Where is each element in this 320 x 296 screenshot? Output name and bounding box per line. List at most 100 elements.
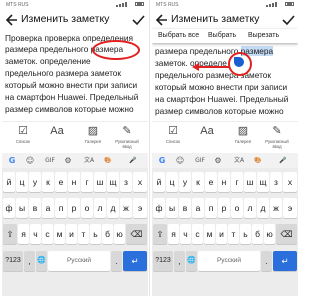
key[interactable]: г xyxy=(231,172,243,192)
key[interactable]: э xyxy=(133,198,147,218)
key[interactable]: е xyxy=(55,172,67,192)
microphone-icon[interactable]: 🎤 xyxy=(126,155,140,166)
key[interactable]: о xyxy=(231,198,243,218)
key[interactable]: т xyxy=(228,224,239,244)
period-key[interactable]: . xyxy=(261,251,272,271)
emoji-icon[interactable]: ☺ xyxy=(24,155,36,166)
gif-icon[interactable]: GIF xyxy=(42,155,58,166)
save-check-icon[interactable] xyxy=(131,12,145,28)
key[interactable]: м xyxy=(54,224,65,244)
handwriting-button[interactable]: ✎ Рукописный ввод xyxy=(264,124,290,152)
key[interactable]: у xyxy=(179,172,191,192)
google-icon[interactable]: G xyxy=(6,155,18,166)
key[interactable]: ж xyxy=(120,198,132,218)
key[interactable]: ч xyxy=(30,224,41,244)
key[interactable]: ы xyxy=(166,198,178,218)
key[interactable]: р xyxy=(68,198,80,218)
key[interactable]: х xyxy=(283,172,297,192)
google-icon[interactable]: G xyxy=(156,155,168,166)
key[interactable]: щ xyxy=(257,172,269,192)
key[interactable]: т xyxy=(78,224,89,244)
comma-key[interactable]: , xyxy=(24,251,35,271)
back-arrow-icon[interactable] xyxy=(5,12,19,28)
key[interactable]: о xyxy=(81,198,93,218)
microphone-icon[interactable]: 🎤 xyxy=(276,155,290,166)
key[interactable]: а xyxy=(42,198,54,218)
key[interactable]: ш xyxy=(94,172,106,192)
key[interactable]: ю xyxy=(264,224,275,244)
key[interactable]: и xyxy=(66,224,77,244)
key[interactable]: у xyxy=(29,172,41,192)
key[interactable]: с xyxy=(192,224,203,244)
backspace-key[interactable]: ⌫ xyxy=(126,224,147,244)
language-globe-icon[interactable]: 🌐 xyxy=(186,251,197,271)
comma-key[interactable]: , xyxy=(174,251,185,271)
text-format-button[interactable]: Aa xyxy=(44,124,70,152)
settings-icon[interactable]: ⚙ xyxy=(62,155,74,166)
key[interactable]: з xyxy=(120,172,132,192)
numbers-key[interactable]: ?123 xyxy=(3,251,23,271)
cut-option[interactable]: Вырезать xyxy=(248,32,279,39)
key[interactable]: я xyxy=(18,224,29,244)
key[interactable]: и xyxy=(216,224,227,244)
numbers-key[interactable]: ?123 xyxy=(153,251,173,271)
key[interactable]: ц xyxy=(16,172,28,192)
shift-key[interactable]: ⇧ xyxy=(153,224,167,244)
select-all-option[interactable]: Выбрать все xyxy=(158,32,199,39)
key[interactable]: ю xyxy=(114,224,125,244)
key[interactable]: б xyxy=(102,224,113,244)
key[interactable]: д xyxy=(107,198,119,218)
key[interactable]: ж xyxy=(270,198,282,218)
space-key[interactable]: Русский xyxy=(48,251,110,271)
shift-key[interactable]: ⇧ xyxy=(3,224,17,244)
key[interactable]: ш xyxy=(244,172,256,192)
key[interactable]: м xyxy=(204,224,215,244)
checklist-button[interactable]: ☑ Список xyxy=(10,124,36,152)
backspace-key[interactable]: ⌫ xyxy=(276,224,297,244)
gallery-button[interactable]: ▨ Галерея xyxy=(230,124,256,152)
key[interactable]: ь xyxy=(90,224,101,244)
settings-icon[interactable]: ⚙ xyxy=(212,155,224,166)
handwriting-button[interactable]: ✎ Рукописный ввод xyxy=(114,124,140,152)
key[interactable]: щ xyxy=(107,172,119,192)
space-key[interactable]: Русский xyxy=(198,251,260,271)
select-option[interactable]: Выбрать xyxy=(208,32,236,39)
enter-key[interactable]: ↵ xyxy=(273,251,297,271)
key[interactable]: ь xyxy=(240,224,251,244)
key[interactable]: ч xyxy=(180,224,191,244)
key[interactable]: я xyxy=(168,224,179,244)
period-key[interactable]: . xyxy=(111,251,122,271)
key[interactable]: в xyxy=(29,198,41,218)
translate-icon[interactable]: 文A xyxy=(230,155,248,166)
key[interactable]: й xyxy=(153,172,165,192)
checklist-button[interactable]: ☑ Список xyxy=(160,124,186,152)
back-arrow-icon[interactable] xyxy=(155,12,169,28)
enter-key[interactable]: ↵ xyxy=(123,251,147,271)
key[interactable]: ф xyxy=(3,198,15,218)
language-globe-icon[interactable]: 🌐 xyxy=(36,251,47,271)
gallery-button[interactable]: ▨ Галерея xyxy=(80,124,106,152)
key[interactable]: г xyxy=(81,172,93,192)
key[interactable]: в xyxy=(179,198,191,218)
key[interactable]: к xyxy=(192,172,204,192)
key[interactable]: ы xyxy=(16,198,28,218)
key[interactable]: б xyxy=(252,224,263,244)
key[interactable]: ц xyxy=(166,172,178,192)
gif-icon[interactable]: GIF xyxy=(192,155,208,166)
key[interactable]: п xyxy=(55,198,67,218)
key[interactable]: р xyxy=(218,198,230,218)
key[interactable]: н xyxy=(218,172,230,192)
key[interactable]: л xyxy=(94,198,106,218)
key[interactable]: й xyxy=(3,172,15,192)
key[interactable]: х xyxy=(133,172,147,192)
key[interactable]: ф xyxy=(153,198,165,218)
key[interactable]: з xyxy=(270,172,282,192)
translate-icon[interactable]: 文A xyxy=(80,155,98,166)
key[interactable]: с xyxy=(42,224,53,244)
theme-icon[interactable]: 🎨 xyxy=(102,155,114,166)
key[interactable]: а xyxy=(192,198,204,218)
key[interactable]: л xyxy=(244,198,256,218)
key[interactable]: п xyxy=(205,198,217,218)
theme-icon[interactable]: 🎨 xyxy=(252,155,264,166)
emoji-icon[interactable]: ☺ xyxy=(174,155,186,166)
